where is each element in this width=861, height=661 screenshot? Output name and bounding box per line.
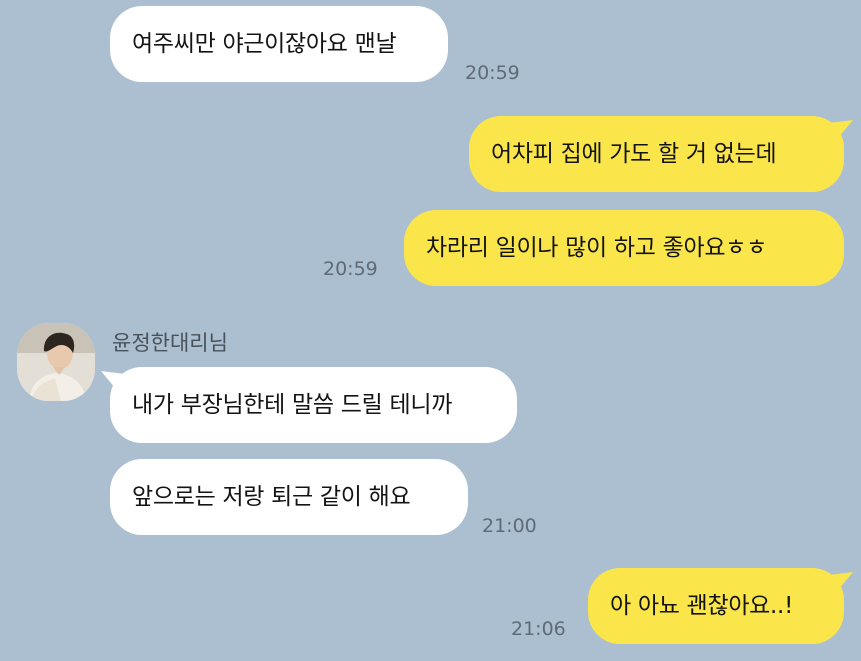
message-bubble-incoming[interactable]: 여주씨만 야근이잖아요 맨날 (110, 6, 448, 82)
profile-photo-image (17, 323, 95, 401)
message-text: 어차피 집에 가도 할 거 없는데 (491, 141, 777, 167)
message-bubble-outgoing[interactable]: 차라리 일이나 많이 하고 좋아요ㅎㅎ (404, 210, 844, 286)
message-text: 아 아뇨 괜찮아요..! (610, 593, 793, 619)
sender-avatar[interactable] (17, 323, 95, 401)
message-bubble-incoming[interactable]: 내가 부장님한테 말씀 드릴 테니까 (110, 367, 517, 443)
sender-name: 윤정한대리님 (112, 331, 228, 355)
message-timestamp: 21:00 (482, 515, 537, 537)
chat-area[interactable]: 여주씨만 야근이잖아요 맨날 20:59 어차피 집에 가도 할 거 없는데 차… (0, 0, 861, 661)
message-timestamp: 20:59 (323, 258, 378, 280)
message-bubble-outgoing[interactable]: 아 아뇨 괜찮아요..! (588, 568, 844, 644)
message-text: 앞으로는 저랑 퇴근 같이 해요 (132, 484, 411, 510)
message-text: 여주씨만 야근이잖아요 맨날 (132, 31, 397, 57)
message-bubble-outgoing[interactable]: 어차피 집에 가도 할 거 없는데 (469, 116, 844, 192)
message-bubble-incoming[interactable]: 앞으로는 저랑 퇴근 같이 해요 (110, 459, 468, 535)
message-timestamp: 20:59 (465, 62, 520, 84)
message-timestamp: 21:06 (511, 618, 566, 640)
message-text: 차라리 일이나 많이 하고 좋아요ㅎㅎ (426, 235, 767, 261)
message-text: 내가 부장님한테 말씀 드릴 테니까 (132, 392, 453, 418)
